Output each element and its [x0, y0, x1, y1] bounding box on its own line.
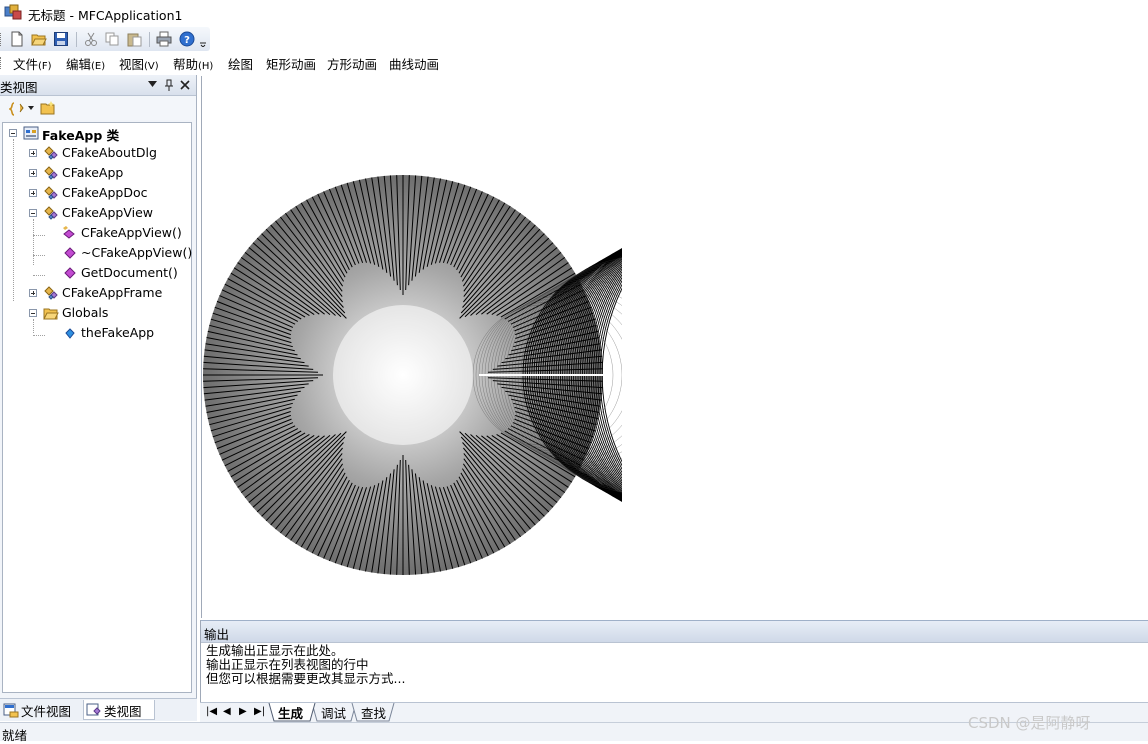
new-folder-icon[interactable] — [40, 100, 56, 116]
watermark: CSDN @是阿静呀 — [968, 714, 1091, 732]
print-icon[interactable] — [156, 31, 172, 47]
sort-dropdown-icon[interactable] — [28, 106, 34, 110]
tab-label: 类视图 — [104, 704, 142, 719]
output-line: 但您可以根据需要更改其显示方式... — [206, 671, 406, 686]
tab-build[interactable]: 生成 — [278, 703, 303, 721]
circular-line-drawing — [203, 175, 622, 575]
tab-label: 文件视图 — [21, 704, 72, 719]
title-bar: 无标题 - MFCApplication1 — [0, 0, 1148, 26]
tree-node-label: CFakeApp — [62, 165, 124, 180]
open-folder-icon[interactable] — [31, 31, 47, 47]
left-panel-tabs: 文件视图 类视图 — [0, 698, 197, 721]
overflow-chevron-icon[interactable] — [199, 31, 207, 47]
output-line: 生成输出正显示在此处。 — [206, 643, 344, 658]
variable-icon — [65, 328, 75, 339]
tree-node-label: ~CFakeAppView() — [81, 245, 193, 260]
paste-icon[interactable] — [126, 31, 142, 47]
tree-connector — [33, 255, 45, 256]
copy-icon[interactable] — [104, 31, 120, 47]
output-title: 输出 — [204, 627, 230, 642]
pin-icon[interactable] — [164, 79, 174, 91]
class-icon — [44, 186, 58, 200]
tab-class-view[interactable]: 类视图 — [83, 700, 155, 720]
collapse-toggle[interactable] — [9, 129, 17, 137]
file-view-icon — [3, 703, 19, 718]
expand-toggle[interactable] — [29, 149, 37, 157]
menu-rect-animation[interactable]: 矩形动画 — [266, 54, 316, 73]
tree-node-label: CFakeAppView() — [81, 225, 182, 240]
tree-connector — [13, 139, 14, 301]
menu-bar-grip[interactable] — [0, 57, 4, 69]
method-icon — [64, 267, 76, 279]
collapse-toggle[interactable] — [29, 209, 37, 217]
menu-bar: 文件(F) 编辑(E) 视图(V) 帮助(H) 绘图 矩形动画 方形动画 曲线动… — [0, 51, 1148, 74]
save-icon[interactable] — [53, 31, 69, 47]
status-text: 就绪 — [2, 728, 28, 743]
expand-toggle[interactable] — [29, 189, 37, 197]
menu-view[interactable]: 视图(V) — [119, 54, 159, 73]
menu-edit[interactable]: 编辑(E) — [66, 54, 105, 73]
svg-text:?: ? — [184, 35, 190, 46]
standard-toolbar: ? — [0, 27, 210, 51]
tab-find[interactable]: 查找 — [361, 703, 386, 721]
folder-icon — [43, 308, 59, 320]
expand-toggle[interactable] — [29, 169, 37, 177]
toolbar-separator — [149, 32, 150, 47]
last-tab-icon[interactable]: ▶| — [254, 706, 265, 717]
output-line: 输出正显示在列表视图的行中 — [206, 657, 369, 672]
class-view-header: 类视图 — [0, 75, 196, 96]
dropdown-arrow-icon[interactable] — [148, 81, 157, 87]
first-tab-icon[interactable]: |◀ — [206, 706, 217, 717]
center-glow — [333, 305, 473, 445]
project-icon — [23, 126, 39, 140]
tree-node-label: CFakeAppDoc — [62, 185, 148, 200]
menu-draw[interactable]: 绘图 — [228, 54, 253, 73]
class-icon — [44, 166, 58, 180]
toolbar-grip[interactable] — [0, 33, 4, 46]
output-panel: 输出 生成输出正显示在此处。 输出正显示在列表视图的行中 但您可以根据需要更改其… — [200, 620, 1148, 702]
tab-debug[interactable]: 调试 — [321, 703, 346, 721]
tree-node-label: FakeApp 类 — [42, 128, 120, 143]
main-drawing-view[interactable] — [201, 76, 1148, 618]
tree-connector — [33, 335, 45, 336]
method-icon — [63, 226, 75, 239]
tree-connector — [33, 219, 34, 265]
class-view-icon — [86, 703, 101, 716]
output-header: 输出 — [201, 620, 1148, 643]
next-tab-icon[interactable]: ▶ — [239, 706, 247, 717]
app-icon — [4, 4, 22, 20]
class-sort-icon[interactable] — [9, 101, 25, 117]
help-icon[interactable]: ? — [179, 31, 195, 47]
tree-connector — [33, 235, 45, 236]
method-icon — [64, 247, 76, 259]
tree-connector — [33, 319, 34, 333]
window-title: 无标题 - MFCApplication1 — [28, 8, 183, 23]
cut-icon[interactable] — [83, 31, 99, 47]
tree-node-label: CFakeAboutDlg — [62, 145, 157, 160]
class-view-toolbar — [0, 96, 196, 120]
tab-file-view[interactable]: 文件视图 — [2, 700, 78, 719]
menu-curve-animation[interactable]: 曲线动画 — [389, 54, 439, 73]
tree-node-label: CFakeAppFrame — [62, 285, 163, 300]
tree-node-label: CFakeAppView — [62, 205, 153, 220]
menu-square-animation[interactable]: 方形动画 — [327, 54, 377, 73]
tree-node-label: GetDocument() — [81, 265, 178, 280]
class-view-title: 类视图 — [0, 80, 38, 95]
new-file-icon[interactable] — [9, 31, 25, 47]
class-icon — [44, 286, 58, 300]
tree-node-label: theFakeApp — [81, 325, 155, 340]
expand-toggle[interactable] — [29, 289, 37, 297]
collapse-toggle[interactable] — [29, 309, 37, 317]
class-icon — [44, 206, 58, 220]
menu-help[interactable]: 帮助(H) — [173, 54, 213, 73]
tree-node-label: Globals — [62, 305, 109, 320]
class-icon — [44, 146, 58, 160]
tree-connector — [33, 275, 45, 276]
menu-file[interactable]: 文件(F) — [13, 54, 52, 73]
prev-tab-icon[interactable]: ◀ — [223, 706, 231, 717]
close-icon[interactable] — [180, 80, 190, 90]
class-tree: FakeApp 类 CFakeAboutDlg CFakeApp CFakeAp… — [2, 122, 192, 693]
toolbar-separator — [76, 32, 77, 47]
class-view-panel: 类视图 FakeApp 类 CFakeAboutDlg CFakeApp CFa… — [0, 75, 197, 698]
